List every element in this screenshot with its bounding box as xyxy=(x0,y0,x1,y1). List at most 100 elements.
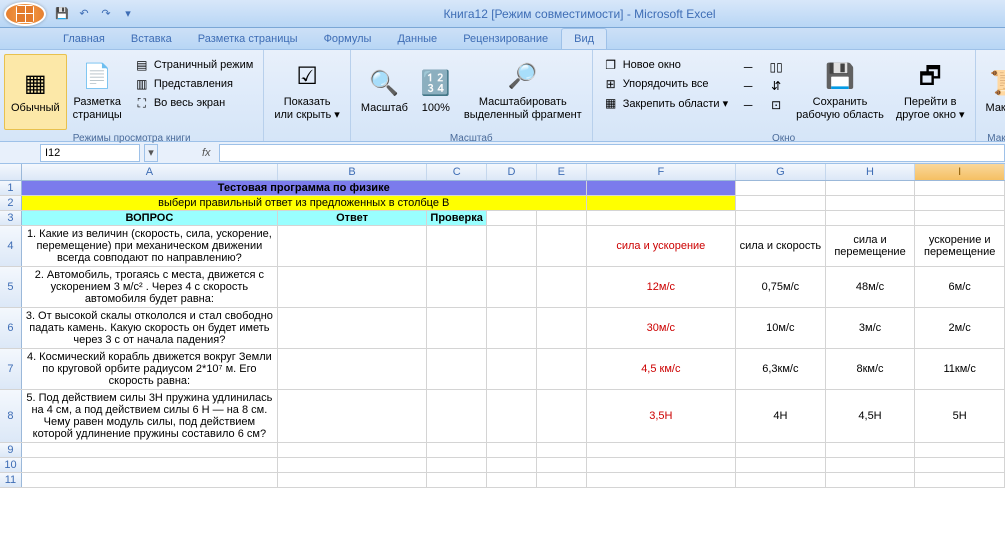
switch-window-button[interactable]: 🗗Перейти в другое окно ▾ xyxy=(890,54,971,130)
col-header-A[interactable]: A xyxy=(22,164,278,180)
answer-cell[interactable]: 6м/с xyxy=(915,267,1005,307)
answer-cell[interactable]: 48м/с xyxy=(826,267,916,307)
cell[interactable] xyxy=(487,473,537,487)
cell[interactable] xyxy=(537,226,587,266)
col-header-G[interactable]: G xyxy=(736,164,826,180)
question-cell[interactable]: 5. Под действием силы 3Н пружина удлинил… xyxy=(22,390,278,442)
row-header-3[interactable]: 3 xyxy=(0,211,22,225)
row-header-8[interactable]: 8 xyxy=(0,390,22,442)
cell[interactable] xyxy=(826,458,916,472)
cell[interactable] xyxy=(22,473,278,487)
hide-button[interactable]: ─ xyxy=(738,77,758,95)
sync-scroll-button[interactable]: ⇵ xyxy=(766,77,786,95)
freeze-panes-button[interactable]: ▦Закрепить области ▾ xyxy=(601,94,730,112)
cell[interactable] xyxy=(427,308,487,348)
office-button[interactable] xyxy=(4,2,46,26)
row-header-1[interactable]: 1 xyxy=(0,181,22,195)
new-window-button[interactable]: ❐Новое окно xyxy=(601,56,730,74)
name-box[interactable]: I12 xyxy=(40,144,140,162)
cell[interactable] xyxy=(278,267,427,307)
view-page-layout-button[interactable]: 📄 Разметка страницы xyxy=(67,54,128,130)
cell[interactable] xyxy=(537,443,587,457)
select-all-button[interactable] xyxy=(0,164,22,180)
row-header-5[interactable]: 5 xyxy=(0,267,22,307)
col-header-E[interactable]: E xyxy=(537,164,587,180)
cell[interactable] xyxy=(587,473,736,487)
tab-данные[interactable]: Данные xyxy=(384,28,450,49)
answer-cell[interactable]: 4,5Н xyxy=(826,390,916,442)
zoom-100-button[interactable]: 🔢100% xyxy=(414,54,458,130)
formula-input[interactable] xyxy=(219,144,1005,162)
show-hide-button[interactable]: ☑ Показать или скрыть ▾ xyxy=(268,54,345,130)
name-box-dropdown[interactable]: ▾ xyxy=(144,144,158,162)
cell[interactable] xyxy=(278,473,427,487)
cell[interactable] xyxy=(915,196,1005,210)
cell[interactable] xyxy=(22,443,278,457)
cell[interactable] xyxy=(537,267,587,307)
col-header-F[interactable]: F xyxy=(587,164,736,180)
cell[interactable] xyxy=(278,390,427,442)
row-header-7[interactable]: 7 xyxy=(0,349,22,389)
answer-cell[interactable]: 3,5Н xyxy=(587,390,736,442)
question-cell[interactable]: 2. Автомобиль, трогаясь с места, движетс… xyxy=(22,267,278,307)
answer-cell[interactable]: 8км/с xyxy=(826,349,916,389)
view-side-button[interactable]: ▯▯ xyxy=(766,58,786,76)
cell[interactable] xyxy=(537,473,587,487)
redo-icon[interactable]: ↷ xyxy=(96,4,116,24)
macros-button[interactable]: 📜Макрос xyxy=(980,54,1005,130)
zoom-button[interactable]: 🔍Масштаб xyxy=(355,54,414,130)
answer-cell[interactable]: 4Н xyxy=(736,390,826,442)
answer-cell[interactable]: 0,75м/с xyxy=(736,267,826,307)
answer-cell[interactable]: 4,5 км/с xyxy=(587,349,736,389)
question-cell[interactable]: 3. От высокой скалы откололся и стал сво… xyxy=(22,308,278,348)
row-header-10[interactable]: 10 xyxy=(0,458,22,472)
answer-cell[interactable]: 3м/с xyxy=(826,308,916,348)
cell[interactable] xyxy=(537,349,587,389)
answer-cell[interactable]: 6,3км/с xyxy=(736,349,826,389)
answer-cell[interactable]: 10м/с xyxy=(736,308,826,348)
reset-pos-button[interactable]: ⊡ xyxy=(766,96,786,114)
cell[interactable] xyxy=(427,458,487,472)
header-cell[interactable] xyxy=(826,211,916,225)
cell[interactable] xyxy=(826,181,916,195)
undo-icon[interactable]: ↶ xyxy=(74,4,94,24)
save-icon[interactable]: 💾 xyxy=(52,4,72,24)
question-cell[interactable]: 1. Какие из величин (скорость, сила, уск… xyxy=(22,226,278,266)
cell[interactable] xyxy=(487,458,537,472)
cell[interactable] xyxy=(826,473,916,487)
cell[interactable] xyxy=(587,443,736,457)
header-cell[interactable] xyxy=(537,211,587,225)
cell[interactable] xyxy=(427,349,487,389)
cell[interactable] xyxy=(736,473,826,487)
cell[interactable] xyxy=(487,349,537,389)
tab-главная[interactable]: Главная xyxy=(50,28,118,49)
custom-views-button[interactable]: ▥Представления xyxy=(132,75,256,93)
answer-cell[interactable]: сила и ускорение xyxy=(587,226,736,266)
cell[interactable] xyxy=(915,443,1005,457)
answer-cell[interactable]: 2м/с xyxy=(915,308,1005,348)
arrange-all-button[interactable]: ⊞Упорядочить все xyxy=(601,75,730,93)
cell[interactable] xyxy=(915,473,1005,487)
cell[interactable] xyxy=(278,443,427,457)
answer-cell[interactable]: 11км/с xyxy=(915,349,1005,389)
cell[interactable] xyxy=(826,443,916,457)
header-cell[interactable]: Проверка xyxy=(427,211,487,225)
cell[interactable] xyxy=(736,443,826,457)
tab-вставка[interactable]: Вставка xyxy=(118,28,185,49)
question-cell[interactable]: 4. Космический корабль движется вокруг З… xyxy=(22,349,278,389)
cell[interactable] xyxy=(278,308,427,348)
cell[interactable] xyxy=(278,349,427,389)
header-cell[interactable] xyxy=(736,211,826,225)
cell[interactable] xyxy=(427,226,487,266)
split-button[interactable]: ─ xyxy=(738,58,758,76)
header-cell[interactable] xyxy=(915,211,1005,225)
row-header-11[interactable]: 11 xyxy=(0,473,22,487)
cell[interactable] xyxy=(278,226,427,266)
header-cell[interactable]: ВОПРОС xyxy=(22,211,278,225)
cell[interactable] xyxy=(278,458,427,472)
cell[interactable] xyxy=(587,458,736,472)
col-header-B[interactable]: B xyxy=(278,164,427,180)
answer-cell[interactable]: сила и скорость xyxy=(736,226,826,266)
cell[interactable] xyxy=(915,458,1005,472)
row-header-2[interactable]: 2 xyxy=(0,196,22,210)
